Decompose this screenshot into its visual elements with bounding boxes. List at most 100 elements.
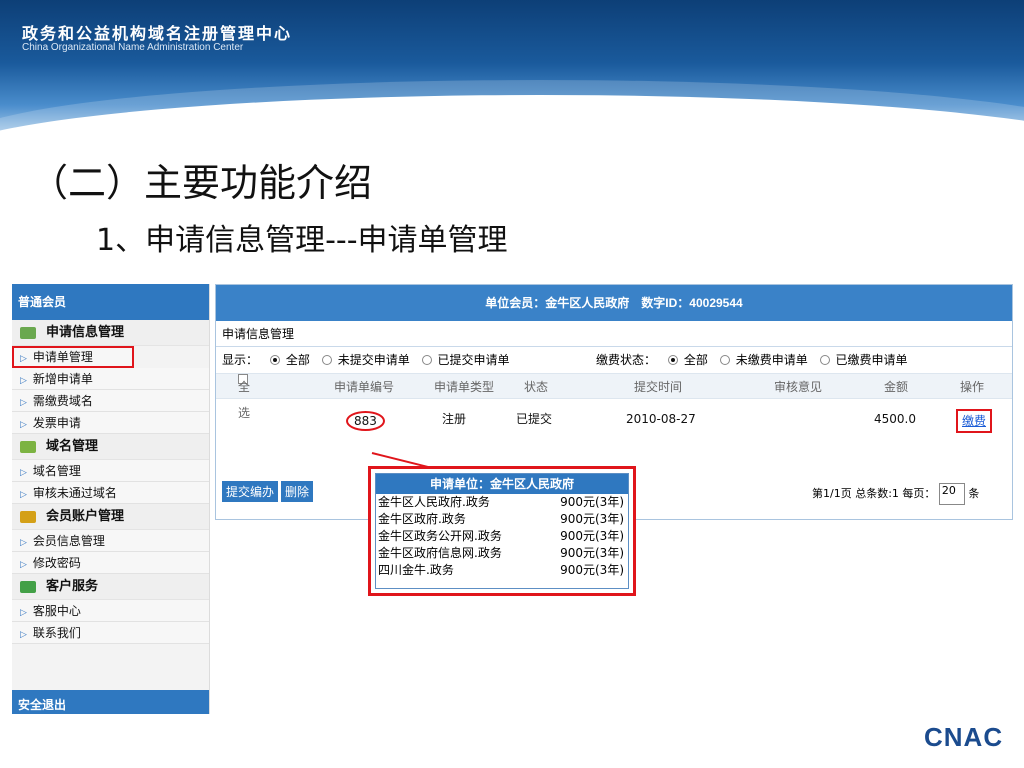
radio-icon	[819, 355, 830, 365]
sidebar-section-application[interactable]: 申请信息管理	[12, 320, 209, 346]
sidebar-item-label: 域名管理	[32, 464, 81, 478]
arrow-icon: ▷	[20, 468, 27, 478]
users-icon	[20, 510, 36, 523]
show-all-radio[interactable]: 全部	[269, 347, 310, 373]
arrow-icon: ▷	[20, 630, 27, 640]
column-header: 审核意见	[774, 380, 823, 394]
banner: 政务和公益机构域名注册管理中心 China Organizational Nam…	[0, 0, 1024, 140]
logout-button[interactable]: 安全退出	[12, 690, 209, 714]
radio-icon	[667, 355, 678, 365]
sidebar-item-fee-domains[interactable]: ▷ 需缴费域名	[12, 390, 209, 412]
sidebar-section-account[interactable]: 会员账户管理	[12, 504, 209, 530]
filter-bar: 显示： 全部 未提交申请单 已提交申请单 缴费状态： 全部 未缴费申请单 已缴费…	[216, 347, 1012, 373]
sidebar-item-service-center[interactable]: ▷ 客服中心	[12, 600, 209, 622]
application-id[interactable]: 883	[346, 411, 385, 431]
sidebar-header: 普通会员	[12, 284, 209, 320]
radio-label: 已提交申请单	[437, 353, 510, 367]
arrow-icon: ▷	[20, 376, 27, 386]
popup-domain: 金牛区人民政府.政务	[378, 495, 490, 509]
fee-all-radio[interactable]: 全部	[667, 347, 708, 373]
banner-title-en: China Organizational Name Administration…	[22, 42, 244, 53]
service-icon	[20, 580, 36, 593]
radio-label: 全部	[285, 353, 310, 367]
arrow-icon: ▷	[20, 398, 27, 408]
breadcrumb: 申请信息管理	[216, 321, 1012, 347]
show-submitted-radio[interactable]: 已提交申请单	[421, 347, 510, 373]
sidebar-item-rejected-domains[interactable]: ▷ 审核未通过域名	[12, 482, 209, 504]
sidebar-item-domain-management[interactable]: ▷ 域名管理	[12, 460, 209, 482]
domain-popup: 申请单位：金牛区人民政府 金牛区人民政府.政务 900元(3年) 金牛区政府.政务…	[368, 466, 636, 596]
sidebar-section-service[interactable]: 客户服务	[12, 574, 209, 600]
sidebar-item-application-management[interactable]: ▷ 申请单管理	[12, 346, 134, 368]
show-unsubmitted-radio[interactable]: 未提交申请单	[321, 347, 410, 373]
section-label: 申请信息管理	[46, 325, 125, 340]
pager-info: 第1/1页 总条数:1 每页：	[812, 487, 936, 500]
submit-time: 2010-08-27	[626, 412, 696, 426]
arrow-icon: ▷	[20, 538, 27, 548]
pager-unit: 条	[968, 487, 980, 500]
column-header: 提交时间	[634, 380, 683, 394]
fee-filter: 缴费状态： 全部 未缴费申请单 已缴费申请单	[596, 347, 908, 373]
sidebar-item-contact[interactable]: ▷ 联系我们	[12, 622, 209, 644]
popup-domain: 四川金牛.政务	[378, 563, 454, 577]
sidebar-item-label: 修改密码	[32, 556, 81, 570]
radio-icon	[719, 355, 730, 365]
popup-row: 金牛区政府信息网.政务 900元(3年)	[376, 545, 628, 562]
radio-icon	[321, 355, 332, 365]
per-page-input[interactable]: 20	[938, 483, 965, 505]
column-header: 申请单编号	[334, 380, 395, 394]
popup-domain: 金牛区政府.政务	[378, 512, 466, 526]
fee-paid-radio[interactable]: 已缴费申请单	[819, 347, 908, 373]
radio-label: 全部	[683, 353, 708, 367]
banner-title-cn: 政务和公益机构域名注册管理中心	[22, 24, 293, 43]
column-header: 申请单类型	[434, 380, 495, 394]
arrow-icon: ▷	[20, 420, 27, 430]
fee-label: 缴费状态：	[596, 353, 657, 367]
popup-price: 900元(3年)	[560, 512, 624, 526]
slide-subtitle: 1、申请信息管理---申请单管理	[96, 223, 508, 258]
popup-price: 900元(3年)	[560, 495, 624, 509]
section-label: 客户服务	[46, 579, 99, 594]
sidebar-item-label: 需缴费域名	[32, 394, 93, 408]
show-label: 显示：	[222, 353, 259, 367]
application-status: 已提交	[516, 412, 553, 426]
slide-title: （二）主要功能介绍	[30, 161, 373, 205]
arrow-icon: ▷	[20, 354, 27, 364]
column-header: 状态	[524, 380, 549, 394]
popup-price: 900元(3年)	[560, 529, 624, 543]
sidebar-item-label: 新增申请单	[32, 372, 93, 386]
popup-row: 四川金牛.政务 900元(3年)	[376, 562, 628, 579]
radio-label: 未提交申请单	[337, 353, 410, 367]
sidebar-item-change-password[interactable]: ▷ 修改密码	[12, 552, 209, 574]
sidebar-item-invoice[interactable]: ▷ 发票申请	[12, 412, 209, 434]
column-header: 金额	[884, 380, 909, 394]
table-header: 全选 申请单编号 申请单类型 状态 提交时间 审核意见 金额 操作	[216, 373, 1012, 420]
sidebar-item-label: 客服中心	[32, 604, 81, 618]
section-label: 会员账户管理	[46, 509, 125, 524]
table-row: 883 注册 已提交 2010-08-27 4500.0 缴费	[216, 399, 1012, 439]
popup-domain: 金牛区政府信息网.政务	[378, 546, 502, 560]
arrow-icon: ▷	[20, 490, 27, 500]
popup-body: 申请单位：金牛区人民政府 金牛区人民政府.政务 900元(3年) 金牛区政府.政务…	[375, 473, 629, 589]
popup-row: 金牛区人民政府.政务 900元(3年)	[376, 494, 628, 511]
sidebar-item-label: 发票申请	[32, 416, 81, 430]
sidebar-item-new-application[interactable]: ▷ 新增申请单	[12, 368, 209, 390]
sidebar-item-label: 审核未通过域名	[32, 486, 117, 500]
action-bar: 提交编办 删除	[222, 481, 316, 502]
arrow-icon: ▷	[20, 560, 27, 570]
radio-label: 未缴费申请单	[735, 353, 808, 367]
delete-button[interactable]: 删除	[281, 481, 314, 502]
fee-unpaid-radio[interactable]: 未缴费申请单	[719, 347, 808, 373]
radio-icon	[421, 355, 432, 365]
sidebar-item-label: 联系我们	[32, 626, 81, 640]
popup-row: 金牛区政府.政务 900元(3年)	[376, 511, 628, 528]
submit-office-button[interactable]: 提交编办	[222, 481, 279, 502]
radio-label: 已缴费申请单	[835, 353, 908, 367]
arrow-icon: ▷	[20, 608, 27, 618]
sidebar-section-domain[interactable]: 域名管理	[12, 434, 209, 460]
sidebar-item-member-info[interactable]: ▷ 会员信息管理	[12, 530, 209, 552]
domain-icon	[20, 440, 36, 453]
sidebar: 普通会员 申请信息管理 ▷ 申请单管理 ▷ 新增申请单 ▷ 需缴费域名 ▷ 发票申请 域…	[12, 284, 210, 714]
pay-link[interactable]: 缴费	[956, 409, 993, 433]
column-header: 操作	[960, 380, 985, 394]
